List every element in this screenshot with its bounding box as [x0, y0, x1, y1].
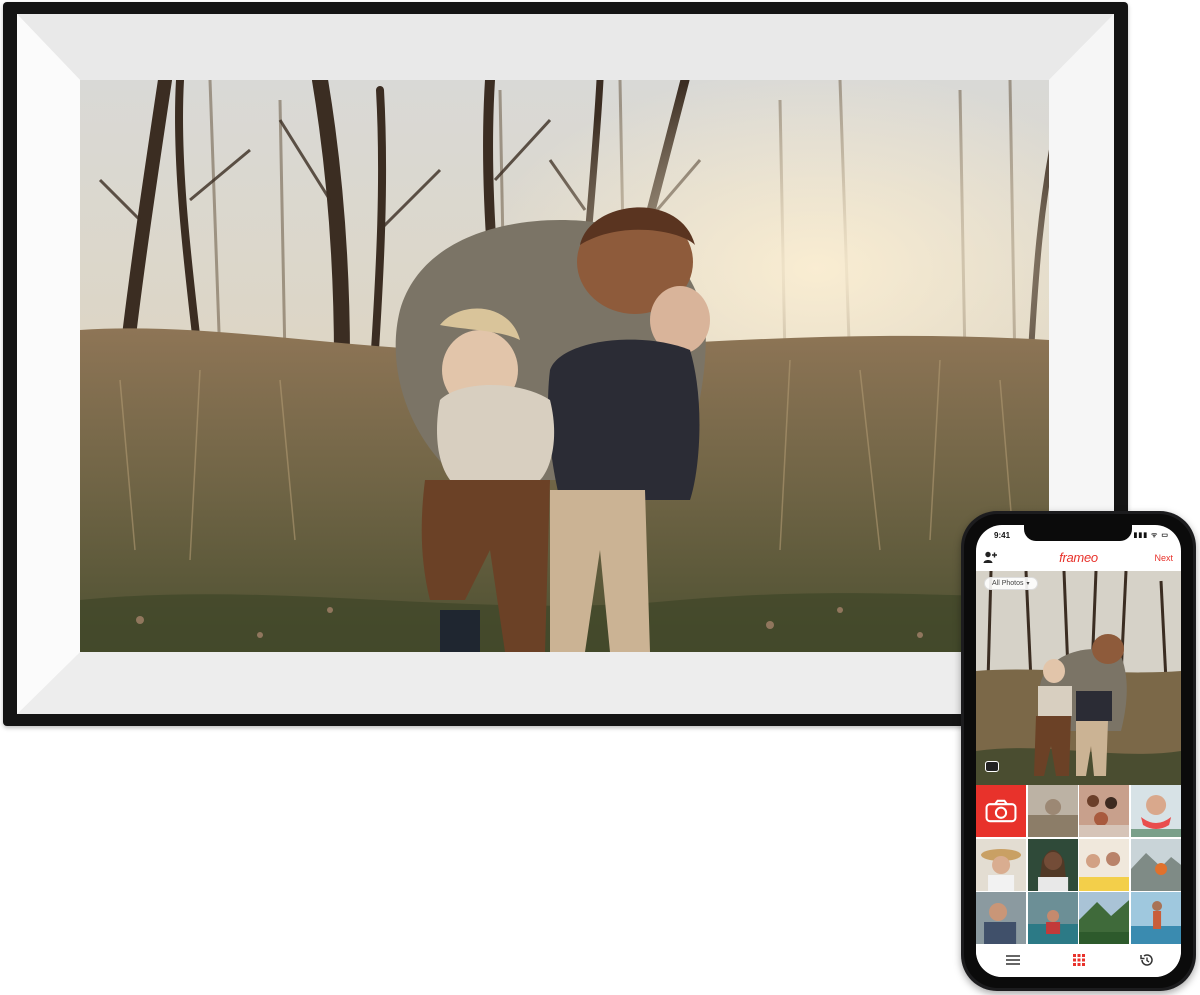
grid-icon[interactable] [1070, 952, 1088, 968]
app-logo: frameo [1059, 550, 1098, 565]
photo-thumbnail[interactable] [1027, 892, 1078, 944]
photo-grid [976, 785, 1181, 944]
next-button[interactable]: Next [1154, 553, 1173, 563]
displayed-photo [80, 80, 1049, 652]
history-icon[interactable] [1138, 952, 1156, 968]
photo-thumbnail[interactable] [1079, 892, 1130, 944]
chevron-down-icon: ▾ [1026, 581, 1030, 587]
gallery-icon[interactable] [985, 761, 999, 772]
photo-thumbnail[interactable] [1079, 785, 1130, 837]
phone-notch [1024, 525, 1132, 541]
frame-mat [17, 14, 1114, 714]
photo-thumbnail[interactable] [976, 892, 1027, 944]
camera-icon [985, 799, 1017, 823]
photo-thumbnail[interactable] [1027, 838, 1078, 891]
menu-icon[interactable] [1004, 952, 1022, 968]
photo-thumbnail[interactable] [1130, 838, 1181, 891]
photo-thumbnail[interactable] [1130, 785, 1181, 837]
photo-thumbnail[interactable] [976, 838, 1027, 891]
digital-photo-frame [3, 2, 1128, 726]
status-icons: ▮▮▮ ᯤ ▭ [1133, 532, 1169, 539]
status-time: 9:41 [994, 531, 1011, 540]
selected-photo-preview[interactable]: All Photos ▾ [976, 571, 1181, 785]
phone-screen: 9:41 ▮▮▮ ᯤ ▭ frameo Next All Photos ▾ [976, 525, 1181, 977]
smartphone: 9:41 ▮▮▮ ᯤ ▭ frameo Next All Photos ▾ [961, 511, 1196, 991]
bottom-tab-bar [976, 945, 1181, 977]
photo-thumbnail[interactable] [1027, 785, 1078, 837]
photo-thumbnail[interactable] [1079, 838, 1130, 891]
photo-thumbnail[interactable] [1130, 892, 1181, 944]
album-filter-dropdown[interactable]: All Photos ▾ [984, 577, 1038, 590]
album-filter-label: All Photos [992, 580, 1024, 587]
camera-button[interactable] [976, 785, 1027, 837]
app-header: frameo Next [976, 547, 1181, 569]
